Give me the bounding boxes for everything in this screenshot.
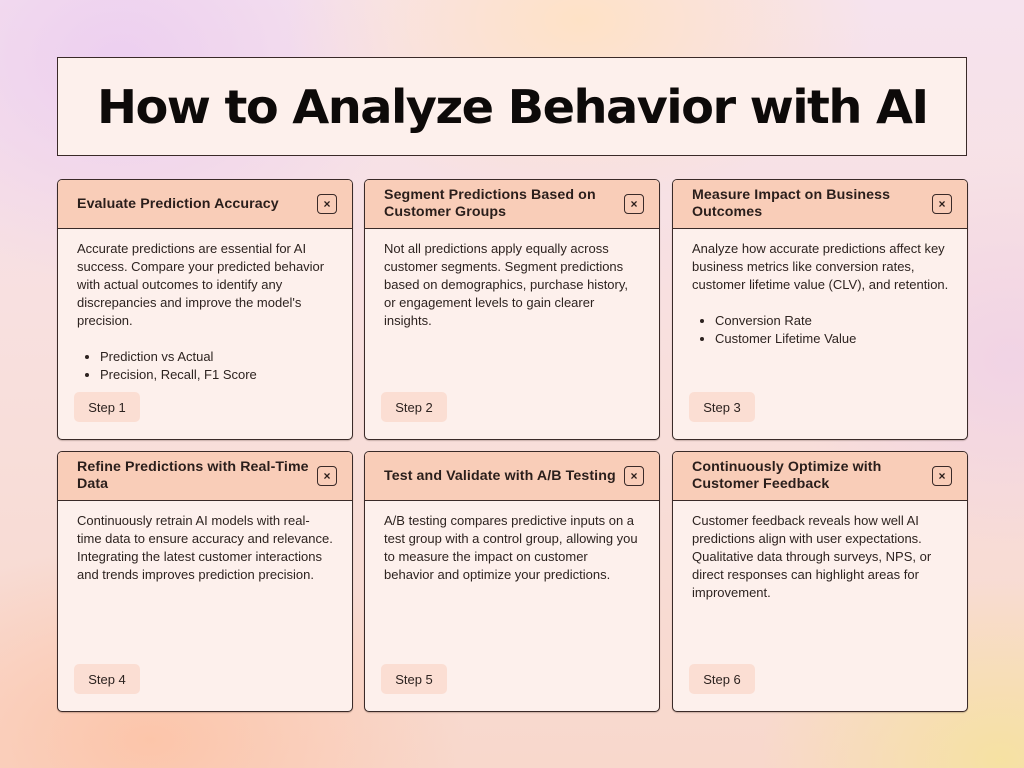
bullet-item: Precision, Recall, F1 Score [100, 366, 334, 384]
step-card: Refine Predictions with Real-Time Data ×… [57, 451, 353, 712]
card-body: Not all predictions apply equally across… [365, 229, 659, 330]
step-badge: Step 6 [689, 664, 755, 694]
step-card: Test and Validate with A/B Testing × A/B… [364, 451, 660, 712]
close-button[interactable]: × [624, 466, 644, 486]
card-header: Segment Predictions Based on Customer Gr… [365, 180, 659, 229]
card-title: Test and Validate with A/B Testing [384, 467, 616, 484]
card-title: Continuously Optimize with Customer Feed… [692, 459, 882, 492]
card-header: Test and Validate with A/B Testing × [365, 452, 659, 501]
page-title: How to Analyze Behavior with AI [96, 79, 929, 134]
step-badge: Step 2 [381, 392, 447, 422]
card-title: Segment Predictions Based on Customer Gr… [384, 187, 596, 220]
step-card: Segment Predictions Based on Customer Gr… [364, 179, 660, 440]
card-header: Evaluate Prediction Accuracy × [58, 180, 352, 229]
close-icon: × [323, 469, 331, 483]
close-button[interactable]: × [317, 194, 337, 214]
card-description: Not all predictions apply equally across… [384, 241, 629, 328]
step-card: Evaluate Prediction Accuracy × Accurate … [57, 179, 353, 440]
card-header: Measure Impact on Business Outcomes × [673, 180, 967, 229]
step-badge: Step 1 [74, 392, 140, 422]
close-icon: × [630, 197, 638, 211]
bullet-item: Prediction vs Actual [100, 348, 334, 366]
card-title: Refine Predictions with Real-Time Data [77, 459, 309, 492]
step-badge: Step 3 [689, 392, 755, 422]
step-badge: Step 4 [74, 664, 140, 694]
close-icon: × [938, 197, 946, 211]
bullet-list: Conversion Rate Customer Lifetime Value [692, 312, 949, 348]
close-button[interactable]: × [932, 466, 952, 486]
card-body: Accurate predictions are essential for A… [58, 229, 352, 384]
step-badge: Step 5 [381, 664, 447, 694]
close-icon: × [323, 197, 331, 211]
card-title: Measure Impact on Business Outcomes [692, 187, 891, 220]
close-button[interactable]: × [317, 466, 337, 486]
close-icon: × [630, 469, 638, 483]
close-button[interactable]: × [932, 194, 952, 214]
close-icon: × [938, 469, 946, 483]
card-body: Continuously retrain AI models with real… [58, 501, 352, 584]
card-title: Evaluate Prediction Accuracy [77, 195, 279, 212]
bullet-item: Customer Lifetime Value [715, 330, 949, 348]
bullet-list: Prediction vs Actual Precision, Recall, … [77, 348, 334, 384]
bullet-item: Conversion Rate [715, 312, 949, 330]
card-description: A/B testing compares predictive inputs o… [384, 513, 638, 582]
step-card: Continuously Optimize with Customer Feed… [672, 451, 968, 712]
title-banner: How to Analyze Behavior with AI [57, 57, 967, 156]
card-description: Accurate predictions are essential for A… [77, 241, 325, 328]
close-button[interactable]: × [624, 194, 644, 214]
card-description: Analyze how accurate predictions affect … [692, 241, 949, 292]
card-header: Continuously Optimize with Customer Feed… [673, 452, 967, 501]
card-description: Customer feedback reveals how well AI pr… [692, 513, 932, 600]
card-header: Refine Predictions with Real-Time Data × [58, 452, 352, 501]
card-body: A/B testing compares predictive inputs o… [365, 501, 659, 584]
card-body: Analyze how accurate predictions affect … [673, 229, 967, 348]
card-description: Continuously retrain AI models with real… [77, 513, 333, 582]
card-body: Customer feedback reveals how well AI pr… [673, 501, 967, 602]
step-card: Measure Impact on Business Outcomes × An… [672, 179, 968, 440]
